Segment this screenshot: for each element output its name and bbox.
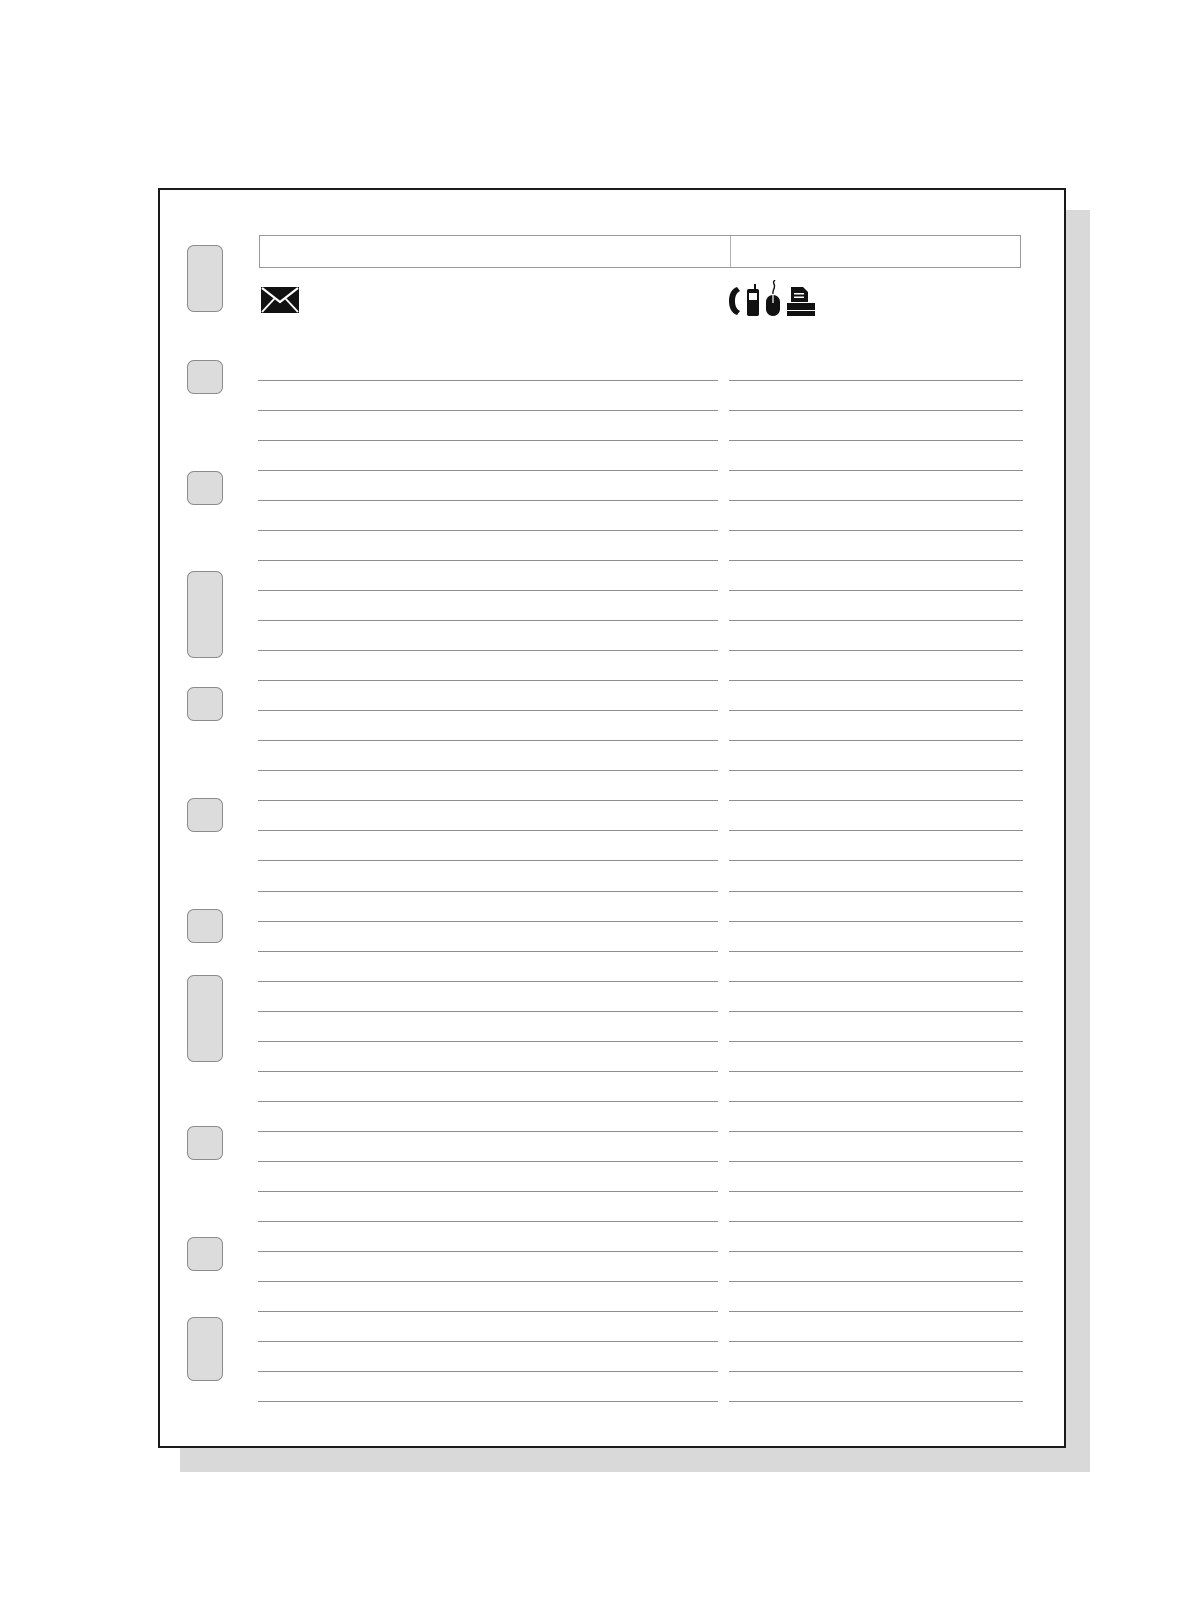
address-line[interactable] [258, 1311, 718, 1312]
address-line[interactable] [258, 590, 718, 591]
address-line[interactable] [258, 1371, 718, 1372]
address-line[interactable] [258, 860, 718, 861]
address-line[interactable] [258, 440, 718, 441]
contact-line[interactable] [729, 1281, 1023, 1282]
contact-line[interactable] [729, 860, 1023, 861]
address-line[interactable] [258, 1221, 718, 1222]
contact-line[interactable] [729, 981, 1023, 982]
address-line[interactable] [258, 1041, 718, 1042]
address-line[interactable] [258, 951, 718, 952]
contact-line[interactable] [729, 1131, 1023, 1132]
name-field-box[interactable] [259, 235, 1021, 268]
address-line[interactable] [258, 1251, 718, 1252]
binder-hole [187, 1237, 223, 1271]
contact-line[interactable] [729, 560, 1023, 561]
contact-line[interactable] [729, 680, 1023, 681]
address-line[interactable] [258, 530, 718, 531]
address-line[interactable] [258, 981, 718, 982]
address-line[interactable] [258, 1401, 718, 1402]
address-line[interactable] [258, 770, 718, 771]
contact-icons [728, 280, 816, 316]
address-line[interactable] [258, 1161, 718, 1162]
address-line[interactable] [258, 650, 718, 651]
contact-line[interactable] [729, 1251, 1023, 1252]
binder-hole [187, 1126, 223, 1160]
contact-line[interactable] [729, 590, 1023, 591]
address-line[interactable] [258, 1101, 718, 1102]
contact-line[interactable] [729, 1311, 1023, 1312]
contact-line[interactable] [729, 1161, 1023, 1162]
contact-line[interactable] [729, 470, 1023, 471]
address-line[interactable] [258, 1281, 718, 1282]
contact-line[interactable] [729, 620, 1023, 621]
contact-line[interactable] [729, 770, 1023, 771]
contact-line[interactable] [729, 1071, 1023, 1072]
address-line[interactable] [258, 500, 718, 501]
contact-line[interactable] [729, 1371, 1023, 1372]
address-line[interactable] [258, 680, 718, 681]
contact-line[interactable] [729, 951, 1023, 952]
address-line[interactable] [258, 410, 718, 411]
address-line[interactable] [258, 740, 718, 741]
binder-hole [187, 798, 223, 832]
contact-line[interactable] [729, 500, 1023, 501]
address-line[interactable] [258, 1131, 718, 1132]
binder-hole [187, 687, 223, 721]
contact-line[interactable] [729, 800, 1023, 801]
address-line[interactable] [258, 1071, 718, 1072]
binder-hole [187, 471, 223, 505]
address-line[interactable] [258, 620, 718, 621]
address-line[interactable] [258, 891, 718, 892]
binder-hole [187, 360, 223, 394]
mobile-phone-icon [747, 284, 759, 316]
binder-hole [187, 1317, 223, 1381]
contact-line[interactable] [729, 410, 1023, 411]
contact-line[interactable] [729, 1401, 1023, 1402]
envelope-icon [261, 287, 299, 313]
contact-line[interactable] [729, 650, 1023, 651]
contact-line[interactable] [729, 1341, 1023, 1342]
contact-line[interactable] [729, 440, 1023, 441]
contact-line[interactable] [729, 710, 1023, 711]
fax-icon [787, 287, 815, 316]
address-line[interactable] [258, 710, 718, 711]
contact-line[interactable] [729, 921, 1023, 922]
address-line[interactable] [258, 800, 718, 801]
contact-line[interactable] [729, 1221, 1023, 1222]
contact-line[interactable] [729, 830, 1023, 831]
contact-line[interactable] [729, 380, 1023, 381]
contact-line[interactable] [729, 1041, 1023, 1042]
address-line[interactable] [258, 1011, 718, 1012]
contact-line[interactable] [729, 891, 1023, 892]
address-line[interactable] [258, 380, 718, 381]
binder-hole [187, 571, 223, 658]
address-line[interactable] [258, 830, 718, 831]
address-line[interactable] [258, 1341, 718, 1342]
address-line[interactable] [258, 1191, 718, 1192]
address-line[interactable] [258, 921, 718, 922]
contact-line[interactable] [729, 1011, 1023, 1012]
binder-hole [187, 245, 223, 312]
mouse-icon [766, 280, 780, 316]
address-line[interactable] [258, 470, 718, 471]
binder-hole [187, 975, 223, 1062]
contact-line[interactable] [729, 1191, 1023, 1192]
address-line[interactable] [258, 560, 718, 561]
phone-icon [729, 287, 740, 315]
contact-line[interactable] [729, 740, 1023, 741]
contact-line[interactable] [729, 1101, 1023, 1102]
contact-line[interactable] [729, 530, 1023, 531]
address-sheet [158, 188, 1066, 1448]
binder-hole [187, 909, 223, 943]
header-divider [730, 236, 731, 267]
